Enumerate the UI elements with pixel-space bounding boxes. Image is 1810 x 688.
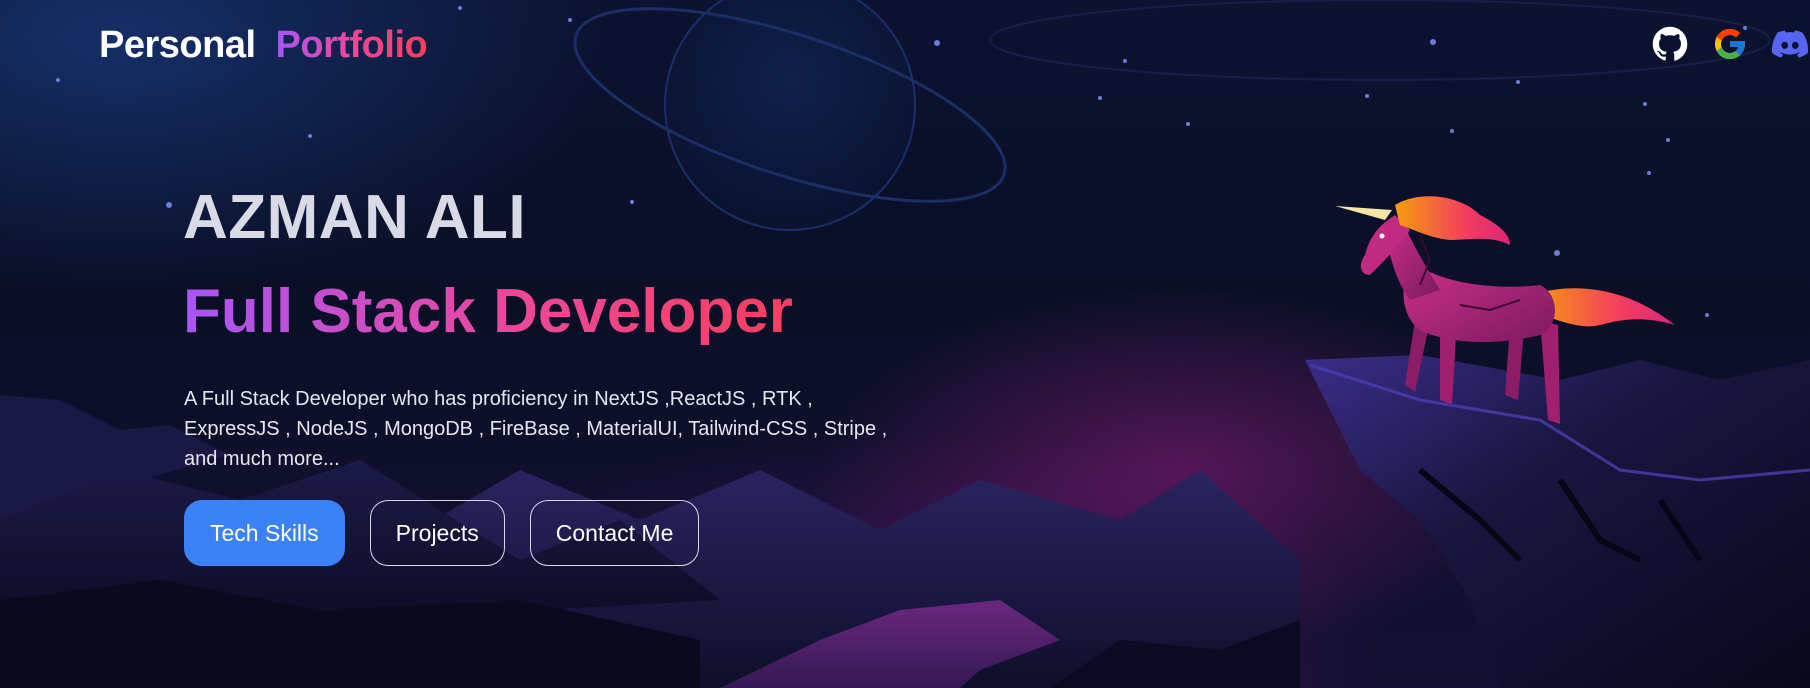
projects-button[interactable]: Projects xyxy=(369,500,505,566)
github-link[interactable] xyxy=(1650,24,1690,64)
hero-description-line: and much more... xyxy=(184,448,340,470)
hero-name: AZMAN ALI xyxy=(183,183,527,252)
social-links xyxy=(1630,24,1810,64)
logo-accent-text: Portfolio xyxy=(275,24,428,66)
logo-primary-text: Personal xyxy=(99,24,256,66)
hero-page: Personal Portfolio AZMAN ALI Full Stack D… xyxy=(0,0,1810,688)
discord-icon xyxy=(1772,30,1808,58)
contact-me-button[interactable]: Contact Me xyxy=(529,500,700,566)
hero-role: Full Stack Developer xyxy=(183,277,793,346)
site-logo[interactable]: Personal Portfolio xyxy=(99,24,428,67)
hero-description: A Full Stack Developer who has proficien… xyxy=(184,384,944,474)
google-icon xyxy=(1715,29,1745,59)
hero-actions: Tech Skills Projects Contact Me xyxy=(184,500,724,566)
hero-description-line: A Full Stack Developer who has proficien… xyxy=(184,388,813,410)
github-icon xyxy=(1652,26,1688,61)
tech-skills-button[interactable]: Tech Skills xyxy=(184,500,345,566)
discord-link[interactable] xyxy=(1770,24,1810,64)
hero-description-line: ExpressJS , NodeJS , MongoDB , FireBase … xyxy=(184,418,888,440)
google-link[interactable] xyxy=(1710,24,1750,64)
